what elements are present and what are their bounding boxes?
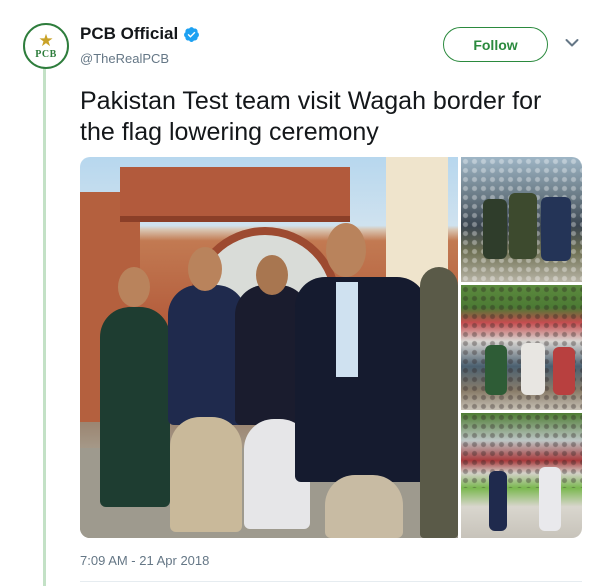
photo-person-shirt (336, 282, 358, 377)
thread-line (43, 66, 46, 586)
follow-button[interactable]: Follow (443, 27, 548, 62)
photo-person (295, 277, 427, 482)
photo-person (553, 347, 575, 395)
divider (80, 581, 582, 582)
photo-person-head (118, 267, 150, 307)
display-name-label: PCB Official (80, 24, 179, 43)
user-handle[interactable]: @TheRealPCB (80, 51, 169, 66)
photo-building-roof (120, 167, 350, 222)
photo-person (539, 467, 561, 531)
verified-badge-icon (183, 26, 200, 43)
photo-person-legs (170, 417, 242, 532)
photo-person (420, 267, 458, 538)
photo-main[interactable] (80, 157, 458, 538)
photo-thumbnail-3[interactable] (461, 413, 582, 538)
tweet-timestamp[interactable]: 7:09 AM - 21 Apr 2018 (80, 553, 209, 568)
tweet-text: Pakistan Test team visit Wagah border fo… (80, 87, 542, 146)
photo-person (509, 193, 537, 259)
media-grid (80, 157, 582, 538)
photo-person (521, 343, 545, 395)
photo-person (100, 307, 170, 507)
photo-person-head (188, 247, 222, 291)
photo-thumbnail-1[interactable] (461, 157, 582, 282)
star-icon: ★ (38, 30, 54, 50)
photo-person-head (326, 223, 366, 277)
photo-person (489, 471, 507, 531)
photo-person-head (256, 255, 288, 295)
avatar-text: PCB (35, 48, 57, 60)
photo-thumbnail-2[interactable] (461, 285, 582, 410)
chevron-down-icon[interactable] (565, 38, 579, 48)
photo-person-legs (325, 475, 403, 538)
photo-person (483, 199, 507, 259)
avatar[interactable]: ★ PCB (23, 23, 69, 69)
photo-crowd-texture (461, 413, 582, 488)
display-name[interactable]: PCB Official (80, 24, 200, 44)
photo-person (485, 345, 507, 395)
photo-person (541, 197, 571, 261)
